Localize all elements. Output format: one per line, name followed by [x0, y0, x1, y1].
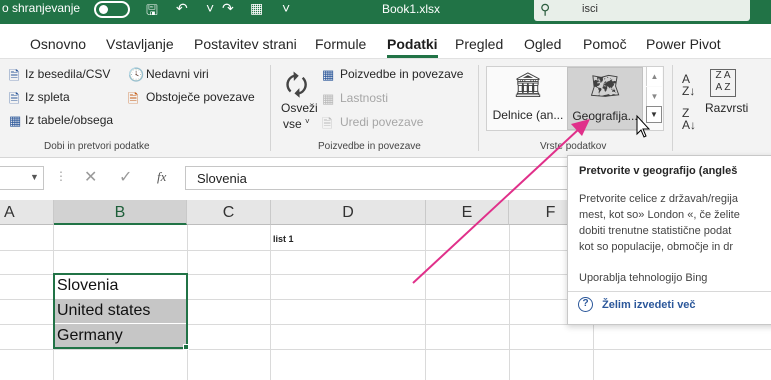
tooltip-text: dobiti trenutne statistične podat — [579, 225, 732, 237]
search-box[interactable]: ⚲ isci — [534, 0, 750, 21]
queries-connections-button[interactable]: Poizvedbe in povezave — [340, 67, 463, 81]
tab-postavitev-strani[interactable]: Postavitev strani — [194, 36, 297, 52]
group-label-data-types: Vrste podatkov — [540, 141, 607, 152]
search-icon: ⚲ — [540, 1, 551, 17]
refresh-all-label-1[interactable]: Osveži — [281, 101, 318, 115]
geography-button[interactable]: 🗺 Geografija... — [567, 67, 643, 130]
refresh-all-label-2[interactable]: vse — [283, 117, 302, 131]
from-text-csv-button[interactable]: Iz besedila/CSV — [25, 67, 110, 81]
ribbon-separator — [478, 65, 479, 151]
gallery-scroll-up[interactable]: ▲ — [646, 67, 662, 86]
column-header-e[interactable]: E — [426, 200, 509, 225]
web-icon: 🗎 — [9, 91, 20, 106]
formula-content: Slovenia — [197, 171, 247, 186]
tooltip-title: Pretvorite v geografijo (angleš — [579, 165, 738, 177]
search-text: isci — [582, 3, 598, 15]
gridline — [509, 225, 510, 380]
cancel-icon[interactable]: ✕ — [84, 167, 97, 187]
save-icon[interactable]: 🖫 — [146, 0, 158, 24]
text-file-icon: 🗎 — [9, 68, 20, 83]
geography-label: Geografija... — [572, 109, 638, 123]
sort-az-icon[interactable]: A Z↓ — [682, 73, 695, 97]
ribbon-separator — [270, 65, 271, 151]
tooltip-text: Pretvorite celice z državah/regija — [579, 193, 738, 205]
tooltip-divider — [568, 291, 771, 292]
group-label-queries: Poizvedbe in povezave — [318, 141, 421, 152]
table-range-icon: ▦ — [9, 113, 22, 128]
stocks-button[interactable]: 🏛 Delnice (an... — [490, 67, 566, 130]
geography-tooltip: Pretvorite v geografijo (angleš Pretvori… — [567, 155, 771, 325]
map-icon: 🗺 — [589, 73, 621, 100]
tab-formule[interactable]: Formule — [315, 36, 366, 52]
document-title: Book1.xlsx — [382, 2, 441, 16]
from-web-button[interactable]: Iz spleta — [25, 90, 70, 104]
chevron-down-icon: ▼ — [30, 172, 39, 182]
existing-connections-button[interactable]: Obstoječe povezave — [146, 90, 255, 104]
learn-more-link[interactable]: Želim izvedeti več — [602, 299, 696, 311]
properties-button: Lastnosti — [340, 91, 389, 105]
tab-power-pivot[interactable]: Power Pivot — [646, 36, 721, 52]
ribbon-tabs: Osnovno Vstavljanje Postavitev strani Fo… — [0, 30, 771, 58]
fill-handle[interactable] — [183, 344, 189, 350]
cell-d1-label: list 1 — [273, 234, 294, 244]
ribbon: 🗎 Iz besedila/CSV 🗎 Iz spleta ▦ Iz tabel… — [0, 58, 771, 158]
formula-input[interactable]: Slovenia — [185, 166, 605, 190]
redo-icon[interactable]: ↷ — [222, 0, 234, 17]
gallery-more-button[interactable]: ▼ — [646, 106, 662, 123]
recent-sources-icon: 🕓 — [128, 67, 145, 82]
autosave-label: o shranjevanje — [2, 1, 81, 15]
group-label-get-data: Dobi in pretvori podatke — [44, 141, 150, 152]
sort-icon[interactable]: Z AA Z — [710, 69, 736, 97]
edit-links-icon: 🗎 — [322, 116, 333, 131]
tab-pomoc[interactable]: Pomoč — [583, 36, 627, 52]
tab-ogled[interactable]: Ogled — [524, 36, 561, 52]
tooltip-text: kot so populacije, območje in dr — [579, 241, 734, 253]
table-icon[interactable]: ▦ — [250, 0, 263, 17]
column-header-a[interactable]: A — [0, 200, 54, 225]
title-bar: o shranjevanje 🖫 ↶ ˅ ↷ ▦ ˅ Book1.xlsx ⚲ … — [0, 0, 771, 24]
tab-podatki[interactable]: Podatki — [387, 36, 438, 58]
customize-toolbar-icon[interactable]: ˅ — [282, 0, 290, 16]
stocks-label: Delnice (an... — [492, 108, 564, 122]
edit-links-button: Uredi povezave — [340, 115, 424, 129]
enter-icon[interactable]: ✓ — [119, 167, 132, 187]
column-header-b[interactable]: B — [54, 200, 187, 225]
tooltip-bing-text: Uporablja tehnologijo Bing — [579, 272, 708, 284]
gridline — [0, 349, 771, 350]
data-types-gallery: 🏛 Delnice (an... 🗺 Geografija... — [486, 66, 664, 131]
recent-sources-button[interactable]: Nedavni viri — [146, 67, 209, 81]
sort-button[interactable]: Razvrsti — [705, 101, 748, 115]
chevron-down-icon[interactable]: ˅ — [305, 117, 310, 126]
existing-connections-icon: 🗎 — [128, 91, 139, 106]
help-icon[interactable]: ? — [578, 297, 593, 312]
gridline — [270, 225, 271, 380]
insert-function-icon[interactable]: fx — [157, 169, 166, 185]
queries-connections-icon: ▦ — [322, 67, 335, 82]
tab-pregled[interactable]: Pregled — [455, 36, 503, 52]
ribbon-separator — [672, 65, 673, 151]
more-options-icon[interactable]: ⋮ — [55, 169, 67, 183]
selection-range — [53, 273, 188, 349]
name-box[interactable]: ▼ — [0, 166, 44, 190]
properties-icon: ▦ — [322, 91, 335, 106]
tab-osnovno[interactable]: Osnovno — [30, 36, 86, 52]
gridline — [425, 225, 426, 380]
undo-icon[interactable]: ↶ — [176, 0, 188, 17]
sort-za-icon[interactable]: Z A↓ — [682, 107, 696, 131]
column-header-c[interactable]: C — [187, 200, 271, 225]
from-table-button[interactable]: Iz tabele/obsega — [25, 113, 113, 127]
column-header-d[interactable]: D — [271, 200, 426, 225]
chevron-down-icon[interactable]: ˅ — [206, 0, 214, 16]
gallery-scroll-down[interactable]: ▼ — [646, 87, 662, 106]
tooltip-text: mest, kot so» London «, če želite — [579, 209, 740, 221]
tab-vstavljanje[interactable]: Vstavljanje — [106, 36, 174, 52]
autosave-toggle[interactable] — [94, 1, 130, 18]
bank-icon: 🏛 — [512, 72, 544, 99]
